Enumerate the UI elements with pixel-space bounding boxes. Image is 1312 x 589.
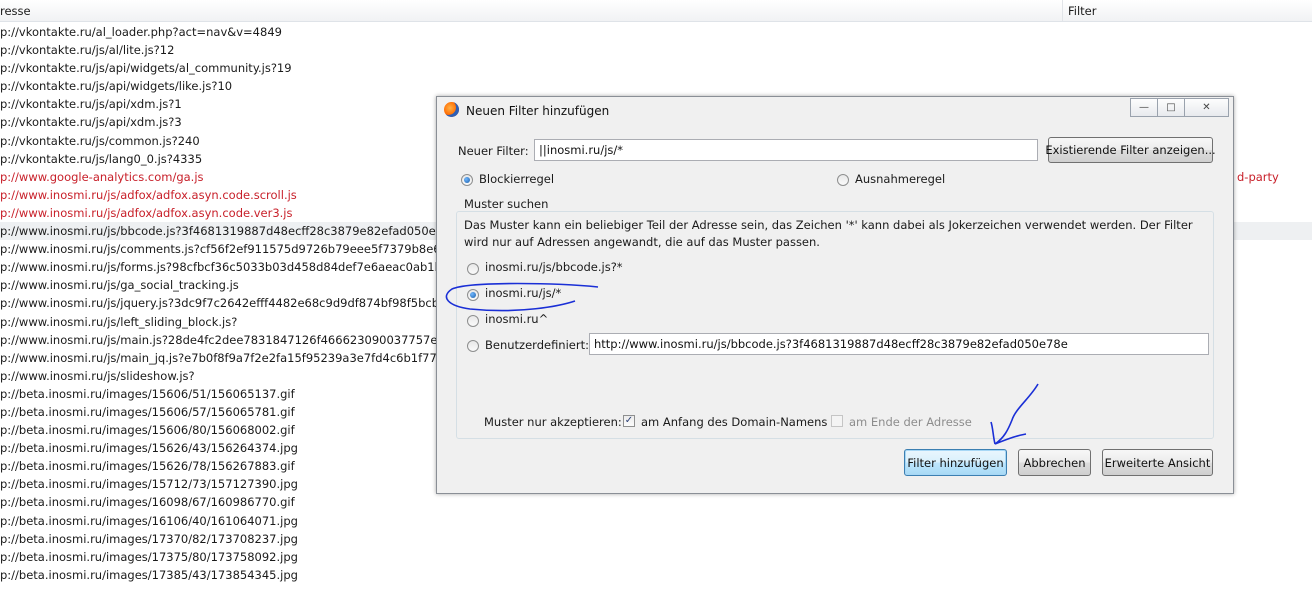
request-address: p://vkontakte.ru/js/api/widgets/like.js?… bbox=[0, 79, 233, 94]
request-address: p://beta.inosmi.ru/images/16098/67/16098… bbox=[0, 495, 295, 510]
request-address: p://www.inosmi.ru/js/bbcode.js?3f4681319… bbox=[0, 224, 458, 239]
maximize-icon[interactable]: □ bbox=[1157, 98, 1185, 117]
accept-pattern-label: Muster nur akzeptieren: bbox=[484, 415, 622, 429]
list-item[interactable]: p://vkontakte.ru/js/api/widgets/like.js?… bbox=[0, 77, 1312, 95]
block-rule-label: Blockierregel bbox=[479, 172, 555, 186]
request-address: p://www.google-analytics.com/ga.js bbox=[0, 169, 204, 184]
pattern-label-js: inosmi.ru/js/* bbox=[485, 286, 562, 300]
pattern-label-domain: inosmi.ru^ bbox=[485, 312, 549, 326]
close-icon[interactable]: ✕ bbox=[1184, 98, 1229, 117]
advanced-view-button[interactable]: Erweiterte Ansicht bbox=[1102, 449, 1213, 476]
address-end-checkbox[interactable] bbox=[831, 415, 843, 427]
block-rule-radio[interactable] bbox=[461, 174, 473, 186]
request-type: d-party bbox=[1237, 169, 1279, 184]
list-item[interactable]: p://beta.inosmi.ru/images/17385/43/17385… bbox=[0, 566, 1312, 584]
pattern-radio-js[interactable] bbox=[467, 289, 479, 301]
request-address: p://beta.inosmi.ru/images/15606/51/15606… bbox=[0, 386, 295, 401]
request-address: p://beta.inosmi.ru/images/17385/43/17385… bbox=[0, 567, 298, 582]
request-address: p://www.inosmi.ru/js/main_jq.js?e7b0f8f9… bbox=[0, 350, 452, 365]
new-filter-label: Neuer Filter: bbox=[458, 144, 529, 158]
request-address: p://beta.inosmi.ru/images/15626/78/15626… bbox=[0, 459, 295, 474]
request-address: p://www.inosmi.ru/js/comments.js?cf56f2e… bbox=[0, 242, 474, 257]
pattern-radio-bbcode[interactable] bbox=[467, 263, 479, 275]
exception-rule-radio[interactable] bbox=[837, 174, 849, 186]
list-item[interactable]: p://vkontakte.ru/al_loader.php?act=nav&v… bbox=[0, 23, 1312, 41]
dialog-title: Neuen Filter hinzufügen bbox=[466, 104, 610, 118]
request-address: p://beta.inosmi.ru/images/15606/80/15606… bbox=[0, 423, 295, 438]
list-item[interactable]: p://vkontakte.ru/js/al/lite.js?12 bbox=[0, 41, 1312, 59]
request-address: p://www.inosmi.ru/js/main.js?28de4fc2dee… bbox=[0, 332, 452, 347]
window-controls: — □ ✕ bbox=[1130, 98, 1229, 117]
pattern-description: Das Muster kann ein beliebiger Teil der … bbox=[464, 218, 1193, 249]
list-item[interactable]: p://beta.inosmi.ru/images/17370/82/17370… bbox=[0, 530, 1312, 548]
request-address: p://www.inosmi.ru/js/jquery.js?3dc9f7c26… bbox=[0, 296, 440, 311]
request-address: p://www.inosmi.ru/js/adfox/adfox.asyn.co… bbox=[0, 187, 297, 202]
pattern-label-bbcode: inosmi.ru/js/bbcode.js?* bbox=[485, 260, 623, 274]
request-address: p://beta.inosmi.ru/images/15606/57/15606… bbox=[0, 404, 295, 419]
add-filter-dialog: Neuen Filter hinzufügen — □ ✕ Neuer Filt… bbox=[436, 96, 1234, 494]
column-header-address[interactable]: resse bbox=[0, 4, 31, 18]
list-item[interactable]: p://beta.inosmi.ru/images/16106/40/16106… bbox=[0, 512, 1312, 530]
custom-pattern-label: Benutzerdefiniert: bbox=[485, 338, 589, 352]
new-filter-input[interactable] bbox=[534, 139, 1038, 161]
request-address: p://www.inosmi.ru/js/slideshow.js? bbox=[0, 368, 195, 383]
request-address: p://beta.inosmi.ru/images/17370/82/17370… bbox=[0, 531, 298, 546]
request-address: p://vkontakte.ru/js/api/xdm.js?3 bbox=[0, 115, 182, 130]
request-address: p://beta.inosmi.ru/images/15626/43/15626… bbox=[0, 441, 298, 456]
address-end-label: am Ende der Adresse bbox=[849, 415, 972, 429]
request-address: p://vkontakte.ru/js/api/xdm.js?1 bbox=[0, 97, 182, 112]
request-address: p://beta.inosmi.ru/images/16106/40/16106… bbox=[0, 513, 298, 528]
pattern-radio-domain[interactable] bbox=[467, 315, 479, 327]
exception-rule-label: Ausnahmeregel bbox=[855, 172, 946, 186]
domain-start-label: am Anfang des Domain-Namens bbox=[641, 415, 828, 429]
list-item[interactable]: p://beta.inosmi.ru/images/17375/80/17375… bbox=[0, 548, 1312, 566]
minimize-icon[interactable]: — bbox=[1130, 98, 1158, 117]
request-address: p://beta.inosmi.ru/images/17375/80/17375… bbox=[0, 549, 298, 564]
request-address: p://vkontakte.ru/js/lang0_0.js?4335 bbox=[0, 151, 203, 166]
request-address: p://vkontakte.ru/al_loader.php?act=nav&v… bbox=[0, 25, 282, 39]
pattern-radio-custom[interactable] bbox=[467, 340, 479, 352]
custom-pattern-input[interactable] bbox=[589, 333, 1209, 355]
add-filter-button[interactable]: Filter hinzufügen bbox=[904, 449, 1007, 476]
domain-start-checkbox[interactable]: ✓ bbox=[623, 415, 635, 427]
request-address: p://vkontakte.ru/js/al/lite.js?12 bbox=[0, 43, 175, 58]
request-address: p://beta.inosmi.ru/images/15712/73/15712… bbox=[0, 477, 298, 492]
request-address: p://www.inosmi.ru/js/adfox/adfox.asyn.co… bbox=[0, 205, 293, 220]
request-address: p://www.inosmi.ru/js/left_sliding_block.… bbox=[0, 314, 238, 329]
request-address: p://vkontakte.ru/js/common.js?240 bbox=[0, 133, 200, 148]
request-address: p://vkontakte.ru/js/api/widgets/al_commu… bbox=[0, 61, 292, 76]
pattern-group-title: Muster suchen bbox=[461, 197, 552, 211]
show-existing-filters-button[interactable]: Existierende Filter anzeigen... bbox=[1045, 137, 1216, 163]
list-item[interactable]: p://beta.inosmi.ru/images/16098/67/16098… bbox=[0, 493, 1312, 511]
cancel-button[interactable]: Abbrechen bbox=[1018, 449, 1091, 476]
request-address: p://www.inosmi.ru/js/ga_social_tracking.… bbox=[0, 278, 239, 293]
dialog-titlebar[interactable]: Neuen Filter hinzufügen — □ ✕ bbox=[437, 97, 1233, 125]
list-item[interactable]: p://vkontakte.ru/js/api/widgets/al_commu… bbox=[0, 59, 1312, 77]
firefox-icon bbox=[444, 102, 459, 117]
list-header: resse Filter bbox=[0, 0, 1312, 22]
column-header-filter[interactable]: Filter bbox=[1062, 0, 1096, 21]
request-address: p://www.inosmi.ru/js/forms.js?98cfbcf36c… bbox=[0, 260, 450, 275]
